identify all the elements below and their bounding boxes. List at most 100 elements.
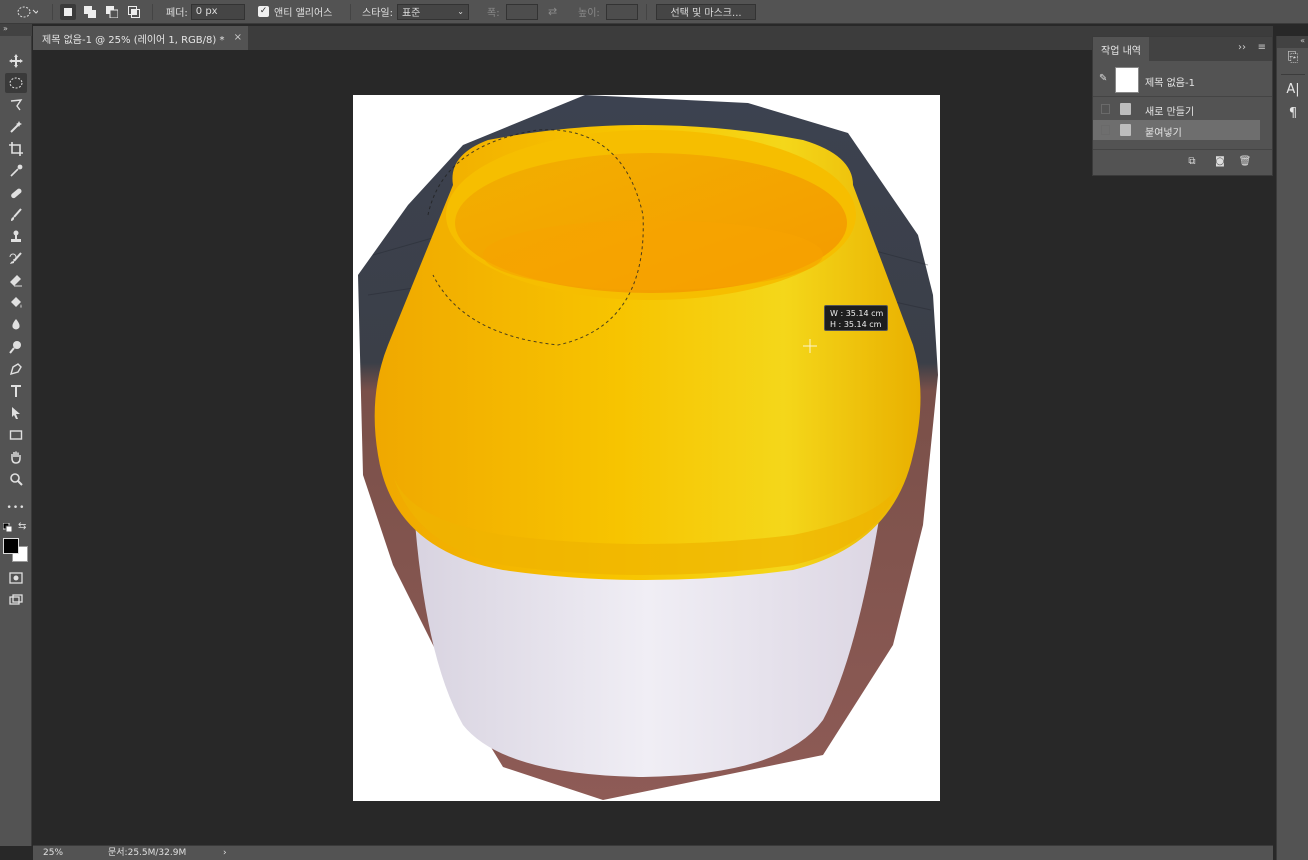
screen-mode-button[interactable] <box>5 590 27 610</box>
document-size-info: 문서:25.5M/32.9M <box>108 848 187 858</box>
document-tab-bar: 제목 없음-1 @ 25% (레이어 1, RGB/8) * × <box>33 26 1273 50</box>
toolbar-collapse-button[interactable]: » <box>0 24 32 36</box>
history-item-label: 붙여넣기 <box>1145 128 1182 139</box>
quick-mask-button[interactable] <box>5 568 27 588</box>
clone-stamp-tool[interactable] <box>5 227 27 247</box>
document-tab-title: 제목 없음-1 @ 25% (레이어 1, RGB/8) * <box>42 34 225 46</box>
bandage-icon <box>11 188 22 199</box>
panel-menu-icon[interactable]: ≡ <box>1258 42 1266 53</box>
width-label: 폭: <box>487 8 500 19</box>
eraser-icon <box>10 275 22 287</box>
dock-collapse-button[interactable]: « <box>1277 36 1308 48</box>
lasso-tool[interactable] <box>5 95 27 115</box>
foreground-color-swatch[interactable] <box>3 538 19 554</box>
blur-tool[interactable] <box>5 315 27 335</box>
tool-preset-picker[interactable] <box>16 3 38 20</box>
intersect-selection-button[interactable] <box>126 4 142 20</box>
height-readout-value: 35.14 cm <box>843 320 882 329</box>
new-document-from-state-icon[interactable]: ⧉ <box>1185 156 1199 170</box>
dodge-tool[interactable] <box>5 337 27 357</box>
feather-input[interactable]: 0 px <box>190 3 245 20</box>
subtract-selection-icon <box>106 5 118 18</box>
quick-mask-icon <box>9 572 23 584</box>
blur-icon <box>12 319 20 330</box>
add-selection-icon <box>84 5 96 18</box>
height-readout-label: H : <box>830 320 842 329</box>
history-snapshot[interactable]: ✎ 제목 없음-1 <box>1093 63 1272 97</box>
antialias-checkbox[interactable]: ✓ <box>258 6 269 17</box>
subtract-selection-button[interactable] <box>104 4 120 20</box>
eraser-tool[interactable] <box>5 271 27 291</box>
height-input[interactable] <box>605 3 638 20</box>
zoom-icon <box>10 473 23 486</box>
stamp-icon <box>11 230 21 242</box>
crop-tool[interactable] <box>5 139 27 159</box>
select-and-mask-button[interactable]: 선택 및 마스크... <box>656 3 756 20</box>
history-tab[interactable]: 작업 내역 <box>1093 37 1149 61</box>
character-panel-icon[interactable]: A| <box>1283 82 1303 102</box>
style-label: 스타일: <box>362 8 393 19</box>
zoom-level[interactable]: 25% <box>33 846 88 860</box>
paragraph-panel-icon[interactable]: ¶ <box>1283 106 1303 126</box>
healing-brush-tool[interactable] <box>5 183 27 203</box>
history-item-paste[interactable]: 붙여넣기 <box>1093 120 1260 140</box>
width-readout-label: W : <box>830 309 844 318</box>
hand-tool[interactable] <box>5 447 27 467</box>
eyedropper-tool[interactable] <box>5 161 27 181</box>
eyedropper-icon <box>10 164 23 177</box>
collapse-panel-icon[interactable]: ›› <box>1238 42 1246 53</box>
default-colors-icon[interactable] <box>2 522 13 536</box>
status-bar: 25% 문서:25.5M/32.9M › <box>33 845 1273 860</box>
magic-wand-tool[interactable] <box>5 117 27 137</box>
right-panel-dock: « ⎘ A| ¶ <box>1276 36 1308 860</box>
move-tool[interactable] <box>5 51 27 71</box>
camera-icon[interactable]: ◙ <box>1213 156 1227 170</box>
height-label: 높이: <box>578 8 600 19</box>
status-menu-icon[interactable]: › <box>223 846 227 860</box>
document-tab[interactable]: 제목 없음-1 @ 25% (레이어 1, RGB/8) * × <box>33 26 248 50</box>
brush-tool[interactable] <box>5 205 27 225</box>
history-panel-icon[interactable]: ⎘ <box>1283 50 1303 70</box>
history-brush-source-icon[interactable]: ✎ <box>1099 73 1107 84</box>
type-tool[interactable] <box>5 381 27 401</box>
history-source-checkbox[interactable] <box>1101 104 1110 114</box>
trash-icon[interactable]: 🗑 <box>1238 156 1252 170</box>
new-selection-button[interactable] <box>60 3 76 20</box>
pen-tool[interactable] <box>5 359 27 379</box>
type-icon <box>11 385 21 397</box>
add-selection-button[interactable] <box>82 4 98 20</box>
chevron-down-icon: ⌄ <box>457 7 464 16</box>
swap-colors-icon[interactable]: ⇆ <box>18 521 26 532</box>
history-item-new[interactable]: 새로 만들기 <box>1093 99 1272 119</box>
style-select[interactable]: 표준 ⌄ <box>396 3 469 20</box>
swap-icon: ⇄ <box>548 5 558 18</box>
lasso-icon <box>10 99 23 111</box>
hand-icon <box>11 451 21 464</box>
close-icon[interactable]: × <box>234 32 242 43</box>
brush-icon <box>11 208 22 221</box>
elliptical-marquee-tool[interactable] <box>5 73 27 93</box>
rectangle-icon <box>9 430 23 440</box>
swap-dimensions-button[interactable]: ⇄ <box>548 3 557 20</box>
arrow-icon <box>12 407 20 419</box>
width-input[interactable] <box>505 3 538 20</box>
history-panel-footer: ⧉ ◙ 🗑 <box>1093 149 1272 175</box>
edit-toolbar-button[interactable]: ••• <box>5 498 27 518</box>
rectangle-tool[interactable] <box>5 425 27 445</box>
pen-icon <box>9 363 22 376</box>
feather-label: 페더: <box>166 8 188 19</box>
path-selection-tool[interactable] <box>5 403 27 423</box>
bucket-icon <box>11 297 22 308</box>
history-source-checkbox[interactable] <box>1101 125 1110 135</box>
paint-bucket-tool[interactable] <box>5 293 27 313</box>
zoom-tool[interactable] <box>5 469 27 489</box>
tools-panel: ••• ⇆ <box>0 36 32 846</box>
snapshot-thumbnail <box>1115 67 1139 93</box>
document-canvas[interactable] <box>353 95 940 801</box>
options-bar: 페더: 0 px ✓ 앤티 앨리어스 스타일: 표준 ⌄ 폭: ⇄ 높이: 선택 … <box>0 0 1308 24</box>
history-brush-tool[interactable] <box>5 249 27 269</box>
history-state-icon <box>1120 103 1131 115</box>
ellipse-marquee-icon <box>9 77 23 89</box>
width-readout-value: 35.14 cm <box>845 309 884 318</box>
snapshot-label: 제목 없음-1 <box>1145 78 1195 89</box>
